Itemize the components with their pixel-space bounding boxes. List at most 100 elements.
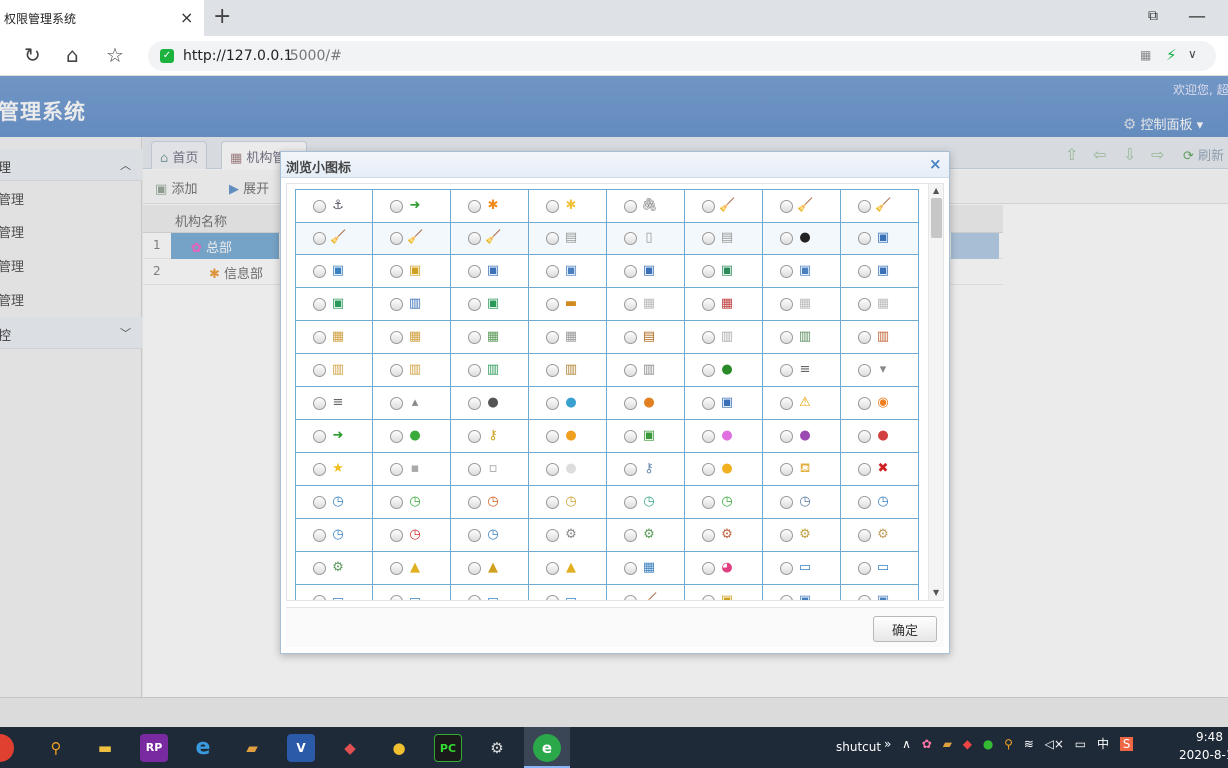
home-icon[interactable]: ⌂ (66, 44, 79, 66)
icon-option-cell[interactable]: 🧹 (373, 222, 451, 255)
ok-button[interactable]: 确定 (873, 616, 937, 642)
icon-option-cell[interactable]: ▣ (841, 585, 919, 600)
icon-option-cell[interactable]: ◷ (763, 486, 841, 519)
reload-icon[interactable]: ↻ (24, 44, 41, 66)
icon-option-cell[interactable]: ▤ (529, 222, 607, 255)
icon-radio-button[interactable] (858, 595, 871, 600)
icon-radio-button[interactable] (546, 529, 559, 542)
icon-radio-button[interactable] (468, 496, 481, 509)
icon-radio-button[interactable] (313, 364, 326, 377)
scroll-down-icon[interactable]: ▼ (933, 588, 939, 597)
icon-option-cell[interactable]: ▤ (607, 321, 685, 354)
icon-option-cell[interactable]: ⚙ (841, 519, 919, 552)
icon-option-cell[interactable]: ▥ (529, 354, 607, 387)
browser-tab[interactable]: 权限管理系统 × (0, 0, 204, 36)
icon-option-cell[interactable]: ✱ (529, 189, 607, 223)
icon-option-cell[interactable]: ▣ (373, 255, 451, 288)
icon-radio-button[interactable] (390, 529, 403, 542)
icon-radio-button[interactable] (780, 562, 793, 575)
icon-option-cell[interactable]: ★ (295, 453, 373, 486)
icon-option-cell[interactable]: ✱ (451, 189, 529, 223)
icon-option-cell[interactable]: ▣ (841, 222, 919, 255)
icon-option-cell[interactable]: ◷ (451, 519, 529, 552)
icon-option-cell[interactable]: 🖇 (607, 189, 685, 223)
input-language[interactable]: 中 (1097, 737, 1109, 751)
icon-radio-button[interactable] (468, 200, 481, 213)
icon-radio-button[interactable] (624, 430, 637, 443)
icon-radio-button[interactable] (624, 200, 637, 213)
icon-radio-button[interactable] (468, 463, 481, 476)
icon-radio-button[interactable] (468, 331, 481, 344)
icon-radio-button[interactable] (780, 496, 793, 509)
icon-radio-button[interactable] (313, 232, 326, 245)
icon-option-cell[interactable]: ▥ (841, 321, 919, 354)
paint-icon[interactable]: ◆ (336, 734, 364, 762)
icon-radio-button[interactable] (313, 265, 326, 278)
scrollbar-thumb[interactable] (931, 198, 942, 238)
axure-rp-icon[interactable]: RP (140, 734, 168, 762)
icon-radio-button[interactable] (546, 364, 559, 377)
icon-radio-button[interactable] (390, 562, 403, 575)
icon-radio-button[interactable] (468, 529, 481, 542)
icon-radio-button[interactable] (390, 397, 403, 410)
icon-option-cell[interactable]: ▦ (529, 321, 607, 354)
icon-radio-button[interactable] (702, 529, 715, 542)
tray-book-icon[interactable]: ▰ (943, 737, 952, 751)
icon-radio-button[interactable] (546, 200, 559, 213)
icon-radio-button[interactable] (858, 265, 871, 278)
wifi-icon[interactable]: ≋ (1024, 737, 1034, 751)
icon-option-cell[interactable]: ▣ (685, 387, 763, 420)
icon-option-cell[interactable]: ⚙ (607, 519, 685, 552)
icon-option-cell[interactable]: ▦ (841, 288, 919, 321)
icon-radio-button[interactable] (858, 496, 871, 509)
icon-option-cell[interactable]: ▣ (763, 585, 841, 600)
icon-option-cell[interactable]: ◷ (451, 486, 529, 519)
icon-option-cell[interactable]: ▤ (685, 222, 763, 255)
icon-radio-button[interactable] (702, 562, 715, 575)
icon-radio-button[interactable] (546, 463, 559, 476)
icon-option-cell[interactable]: ● (763, 420, 841, 453)
icon-radio-button[interactable] (702, 232, 715, 245)
icon-radio-button[interactable] (624, 232, 637, 245)
icon-option-cell[interactable]: ◷ (529, 486, 607, 519)
bolt-icon[interactable]: ⚡ (1166, 46, 1177, 64)
icon-radio-button[interactable] (624, 331, 637, 344)
tray-shield-icon[interactable]: ◆ (963, 737, 972, 751)
icon-radio-button[interactable] (780, 232, 793, 245)
icon-option-cell[interactable]: ● (451, 387, 529, 420)
icon-option-cell[interactable]: 🧹 (763, 189, 841, 223)
icon-radio-button[interactable] (546, 232, 559, 245)
icon-radio-button[interactable] (313, 562, 326, 575)
file-explorer-icon[interactable]: ▬ (91, 734, 119, 762)
icon-radio-button[interactable] (390, 265, 403, 278)
icon-radio-button[interactable] (702, 496, 715, 509)
icon-radio-button[interactable] (858, 232, 871, 245)
battery-icon[interactable]: ▭ (1075, 737, 1086, 751)
scrollbar[interactable]: ▲ ▼ (928, 184, 943, 600)
icon-radio-button[interactable] (624, 496, 637, 509)
icon-radio-button[interactable] (702, 298, 715, 311)
icon-radio-button[interactable] (858, 562, 871, 575)
icon-option-cell[interactable]: ● (529, 420, 607, 453)
icon-option-cell[interactable]: ▣ (295, 288, 373, 321)
volume-icon[interactable]: ◁× (1045, 737, 1064, 751)
icon-option-cell[interactable]: ▣ (607, 420, 685, 453)
icon-radio-button[interactable] (390, 463, 403, 476)
icon-option-cell[interactable]: ▭ (529, 585, 607, 600)
icon-option-cell[interactable]: ▣ (607, 255, 685, 288)
shutcut-toolbar-label[interactable]: shutcut (836, 740, 881, 754)
icon-option-cell[interactable]: ▭ (763, 552, 841, 585)
icon-radio-button[interactable] (390, 232, 403, 245)
icon-option-cell[interactable]: ▣ (295, 255, 373, 288)
icon-option-cell[interactable]: ⚠ (763, 387, 841, 420)
icon-option-cell[interactable]: ≡ (763, 354, 841, 387)
icon-option-cell[interactable]: ⚙ (763, 519, 841, 552)
icon-radio-button[interactable] (780, 298, 793, 311)
pycharm-icon[interactable]: PC (434, 734, 462, 762)
clock-time[interactable]: 9:48 (1196, 730, 1223, 744)
icon-radio-button[interactable] (468, 364, 481, 377)
icon-option-cell[interactable]: ▥ (451, 354, 529, 387)
scroll-up-icon[interactable]: ▲ (933, 186, 939, 195)
icon-radio-button[interactable] (313, 496, 326, 509)
icon-option-cell[interactable]: ▲ (529, 552, 607, 585)
